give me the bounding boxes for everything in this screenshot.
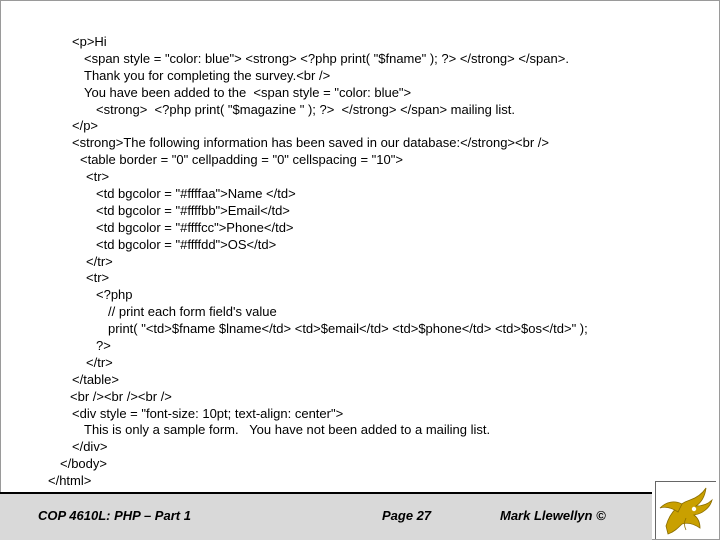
code-line: <td bgcolor = "#ffffcc">Phone</td> xyxy=(96,219,294,235)
code-line: <tr> xyxy=(86,270,110,286)
code-line: Thank you for completing the survey.<br … xyxy=(84,67,331,83)
code-line: </body> xyxy=(60,456,107,472)
code-line: <div style = "font-size: 10pt; text-alig… xyxy=(72,405,344,421)
code-line: </div> xyxy=(72,439,108,455)
code-line: <p>Hi xyxy=(72,34,107,49)
code-line: </table> xyxy=(72,371,119,387)
pegasus-logo-icon xyxy=(655,481,716,539)
code-line: </tr> xyxy=(86,354,113,370)
code-line: // print each form field's value xyxy=(108,304,277,320)
code-line: </tr> xyxy=(86,253,113,269)
code-line: This is only a sample form. You have not… xyxy=(84,422,491,438)
code-line: ?> xyxy=(96,338,111,354)
code-line: print( "<td>$fname $lname</td> <td>$emai… xyxy=(108,321,588,337)
code-line: <strong> <?php print( "$magazine " ); ?>… xyxy=(96,101,515,117)
footer-author: Mark Llewellyn © xyxy=(500,508,606,523)
code-line: <br /><br /><br /> xyxy=(70,388,172,404)
footer-page-number: Page 27 xyxy=(382,508,432,523)
code-listing: <p>Hi <span style = "color: blue"> <stron… xyxy=(0,34,700,490)
code-line: </html> xyxy=(48,473,92,489)
code-line: <td bgcolor = "#ffffbb">Email</td> xyxy=(96,202,290,218)
code-line: <span style = "color: blue"> <strong> <?… xyxy=(84,50,569,66)
code-line: <strong>The following information has be… xyxy=(72,135,549,151)
code-line: <table border = "0" cellpadding = "0" ce… xyxy=(80,152,403,168)
footer-course-title: COP 4610L: PHP – Part 1 xyxy=(38,508,191,523)
code-line: <?php xyxy=(96,287,133,303)
code-line: </p> xyxy=(72,118,99,134)
code-line: <td bgcolor = "#ffffaa">Name </td> xyxy=(96,186,296,202)
code-line: <td bgcolor = "#ffffdd">OS</td> xyxy=(96,236,277,252)
code-line: You have been added to the <span style =… xyxy=(84,84,412,100)
code-line: <tr> xyxy=(86,169,110,185)
